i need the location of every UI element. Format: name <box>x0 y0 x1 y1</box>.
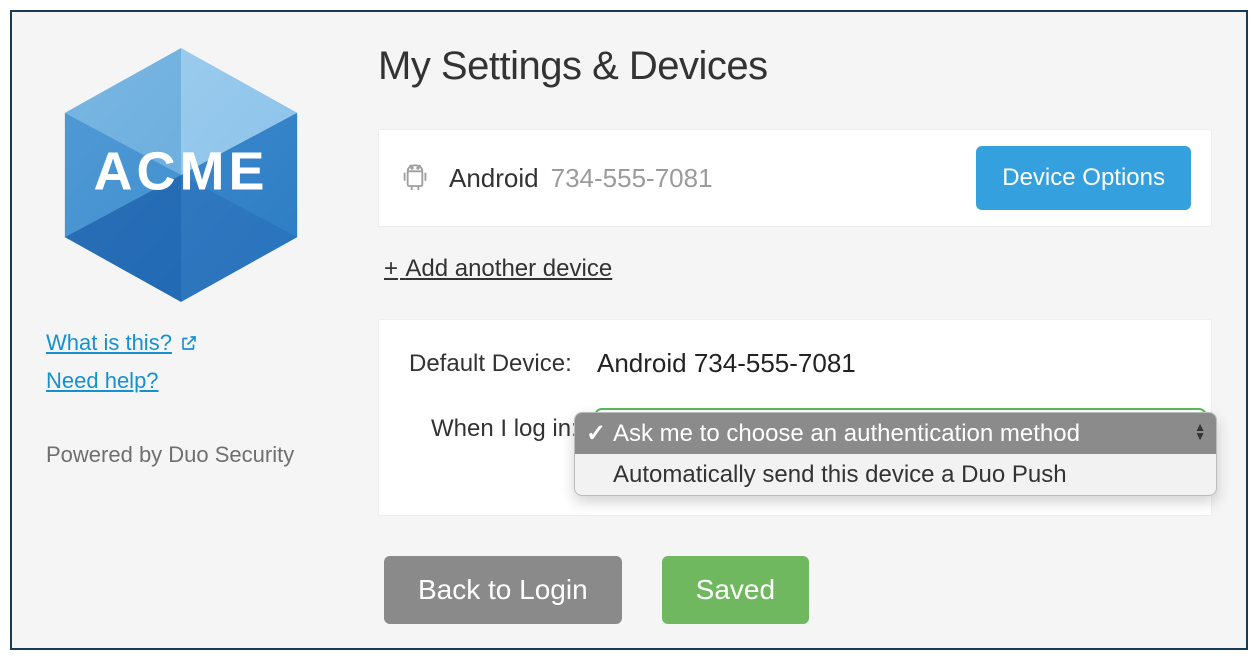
checkmark-icon: ✓ <box>585 419 607 448</box>
settings-card: Default Device: Android 734-555-7081 Whe… <box>378 319 1212 516</box>
page-title: My Settings & Devices <box>378 44 1212 89</box>
sidebar: ACME What is this? Need help? Powered by… <box>46 40 316 620</box>
device-options-button[interactable]: Device Options <box>976 146 1191 210</box>
add-another-device-link[interactable]: + Add another device <box>384 255 612 283</box>
default-device-row: Default Device: Android 734-555-7081 <box>409 348 1181 379</box>
device-type: Android <box>449 163 539 194</box>
add-device-label: Add another device <box>405 255 612 282</box>
dropdown-option-label: Automatically send this device a Duo Pus… <box>613 461 1067 489</box>
default-device-value: Android 734-555-7081 <box>597 348 856 379</box>
button-row: Back to Login Saved <box>384 556 1212 624</box>
device-card: Android 734-555-7081 Device Options <box>378 129 1212 227</box>
need-help-link[interactable]: Need help? <box>46 368 159 394</box>
dropdown-option-push[interactable]: ✓ Automatically send this device a Duo P… <box>575 454 1216 495</box>
plus-icon: + <box>384 255 398 282</box>
app-frame: ACME What is this? Need help? Powered by… <box>10 10 1248 650</box>
logo-text: ACME <box>94 140 269 202</box>
what-is-this-link[interactable]: What is this? <box>46 330 198 356</box>
device-phone: 734-555-7081 <box>551 163 713 194</box>
what-is-this-label: What is this? <box>46 330 172 356</box>
logo: ACME <box>46 40 316 310</box>
android-icon <box>399 162 431 194</box>
dropdown-option-label: Ask me to choose an authentication metho… <box>613 420 1080 448</box>
powered-by: Powered by Duo Security <box>46 442 316 468</box>
login-action-label: When I log in: <box>431 415 578 443</box>
login-action-dropdown: ✓ Ask me to choose an authentication met… <box>574 412 1217 496</box>
sidebar-links: What is this? Need help? <box>46 330 316 406</box>
dropdown-option-ask[interactable]: ✓ Ask me to choose an authentication met… <box>575 413 1216 454</box>
back-to-login-button[interactable]: Back to Login <box>384 556 622 624</box>
external-link-icon <box>180 334 198 352</box>
default-device-label: Default Device: <box>409 350 597 378</box>
need-help-label: Need help? <box>46 368 159 394</box>
main-content: My Settings & Devices Android 734-555-70… <box>378 40 1212 620</box>
saved-button[interactable]: Saved <box>662 556 809 624</box>
